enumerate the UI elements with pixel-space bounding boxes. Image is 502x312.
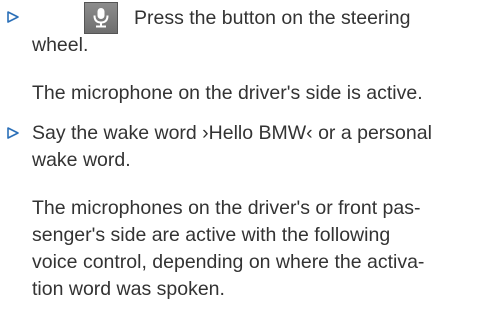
- microphone-button-icon: [84, 2, 118, 34]
- step-1-result: The microphone on the driver's side is a…: [32, 82, 423, 104]
- step-1-instruction-line-1: Press the button on the steering: [134, 7, 411, 29]
- step-2-result-line-3: voice control, depending on where the ac…: [32, 251, 425, 273]
- step-2-instruction-line-2: wake word.: [32, 149, 131, 171]
- step-2-result-line-4: tion word was spoken.: [32, 278, 225, 300]
- triangle-bullet-icon: [6, 10, 20, 24]
- step-2-result-line-2: senger's side are active with the follow…: [32, 224, 391, 246]
- step-2-instruction-line-1: Say the wake word ›Hello BMW‹ or a perso…: [32, 122, 432, 144]
- triangle-bullet-icon: [6, 126, 20, 140]
- step-2-result-line-1: The microphones on the driver's or front…: [32, 197, 421, 219]
- manual-page: Press the button on the steering wheel. …: [0, 0, 502, 312]
- step-1-instruction-line-2: wheel.: [32, 34, 89, 56]
